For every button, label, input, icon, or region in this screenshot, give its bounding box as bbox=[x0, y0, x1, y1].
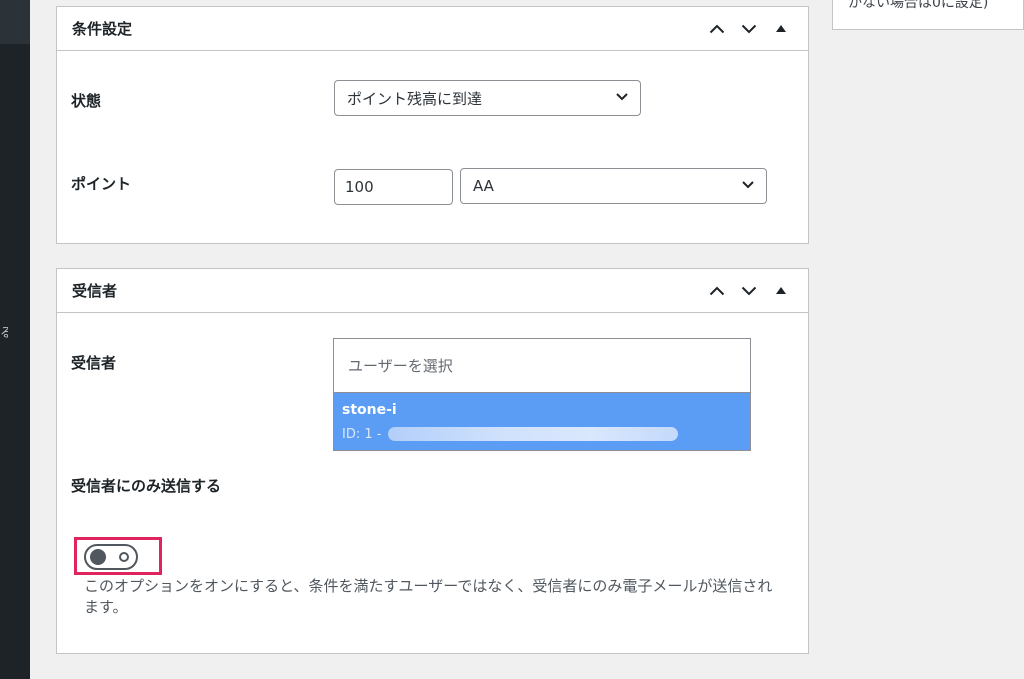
move-up-button[interactable] bbox=[704, 14, 730, 44]
only-recipients-toggle[interactable] bbox=[84, 544, 138, 570]
panel-handle-actions bbox=[704, 14, 794, 44]
only-recipients-label: 受信者にのみ送信する bbox=[71, 477, 222, 495]
points-type-select[interactable]: AA bbox=[460, 168, 767, 204]
points-label: ポイント bbox=[71, 175, 132, 193]
chevron-up-icon bbox=[709, 286, 725, 295]
user-search-placeholder: ユーザーを選択 bbox=[348, 357, 453, 375]
move-down-button[interactable] bbox=[736, 276, 762, 306]
toggle-panel-button[interactable] bbox=[768, 14, 794, 44]
admin-sidebar-top bbox=[0, 0, 30, 44]
sidebar-edge-glyph: る bbox=[0, 326, 8, 341]
chevron-down-icon bbox=[741, 286, 757, 295]
toggle-off-indicator-icon bbox=[119, 552, 129, 562]
dropdown-user-id: ID: 1 - bbox=[342, 427, 382, 442]
chevron-down-icon bbox=[616, 93, 628, 101]
conditions-panel-title: 条件設定 bbox=[72, 20, 133, 38]
conditions-panel: 条件設定 bbox=[56, 6, 809, 244]
triangle-up-icon bbox=[776, 25, 786, 32]
dropdown-username: stone-i bbox=[342, 402, 397, 418]
conditions-panel-header: 条件設定 bbox=[57, 7, 808, 51]
redacted-email bbox=[388, 427, 678, 441]
move-up-button[interactable] bbox=[704, 276, 730, 306]
chevron-up-icon bbox=[709, 24, 725, 33]
only-recipients-description: このオプションをオンにすると、条件を満たすユーザーではなく、受信者にのみ電子メー… bbox=[84, 577, 773, 616]
recipients-panel-title: 受信者 bbox=[72, 282, 118, 300]
triangle-up-icon bbox=[776, 287, 786, 294]
admin-sidebar: る bbox=[0, 0, 30, 679]
recipients-panel-header: 受信者 bbox=[57, 269, 808, 313]
recipients-label: 受信者 bbox=[71, 354, 117, 372]
points-input[interactable]: 100 bbox=[334, 169, 453, 205]
chevron-down-icon bbox=[741, 24, 757, 33]
state-label: 状態 bbox=[71, 92, 102, 110]
chevron-down-icon bbox=[742, 181, 754, 189]
move-down-button[interactable] bbox=[736, 14, 762, 44]
user-dropdown-option[interactable]: stone-i ID: 1 - bbox=[333, 393, 751, 451]
side-panel: かない場合は0に設定) bbox=[832, 0, 1024, 30]
toggle-knob bbox=[90, 549, 106, 565]
points-type-value: AA bbox=[473, 177, 494, 195]
state-select[interactable]: ポイント残高に到達 bbox=[334, 80, 641, 116]
panel-handle-actions bbox=[704, 276, 794, 306]
points-input-value: 100 bbox=[345, 178, 374, 196]
side-panel-text: かない場合は0に設定) bbox=[848, 0, 989, 11]
toggle-panel-button[interactable] bbox=[768, 276, 794, 306]
state-select-value: ポイント残高に到達 bbox=[347, 89, 483, 108]
user-search-input[interactable]: ユーザーを選択 bbox=[333, 338, 751, 393]
